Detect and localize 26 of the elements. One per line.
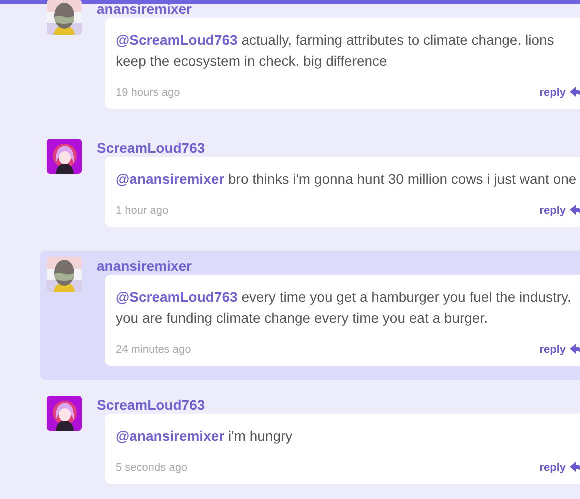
reply-arrow-icon[interactable] [570,344,580,356]
mention-link[interactable]: @ScreamLoud763 [116,289,238,305]
reply-arrow-icon[interactable] [570,205,580,217]
reply-link[interactable]: reply [540,462,566,474]
timestamp: 1 hour ago [116,205,170,217]
reply-arrow-icon[interactable] [570,87,580,99]
reply-link[interactable]: reply [540,205,566,217]
mention-link[interactable]: @anansiremixer [116,171,225,187]
mention-link[interactable]: @ScreamLoud763 [116,32,238,48]
timestamp: 19 hours ago [116,87,182,99]
reply-arrow-icon[interactable] [570,462,580,474]
reply-link[interactable]: reply [540,87,566,99]
reply-link[interactable]: reply [540,344,566,356]
comment-text: @ScreamLoud763 every time you get a hamburger you fuel the industry. you are funding climate change every time you eat a burger. [116,288,572,328]
timestamp: 5 seconds ago [116,462,189,474]
username-link[interactable]: anansiremixer [97,0,192,18]
username-link[interactable]: ScreamLoud763 [97,396,206,414]
avatar-icon[interactable] [47,396,82,431]
avatar-icon[interactable] [47,139,82,174]
timestamp: 24 minutes ago [116,344,192,356]
comment-text: @ScreamLoud763 actually, farming attributes to climate change. lions keep the ecosystem in check. big difference [116,31,556,71]
username-link[interactable]: anansiremixer [97,257,192,275]
mention-link[interactable]: @anansiremixer [116,428,225,444]
comment-text: @anansiremixer bro thinks i'm gonna hunt 30 million cows i just want one [116,170,578,189]
username-link[interactable]: ScreamLoud763 [97,139,206,157]
comment-text: @anansiremixer i'm hungry [116,427,294,446]
